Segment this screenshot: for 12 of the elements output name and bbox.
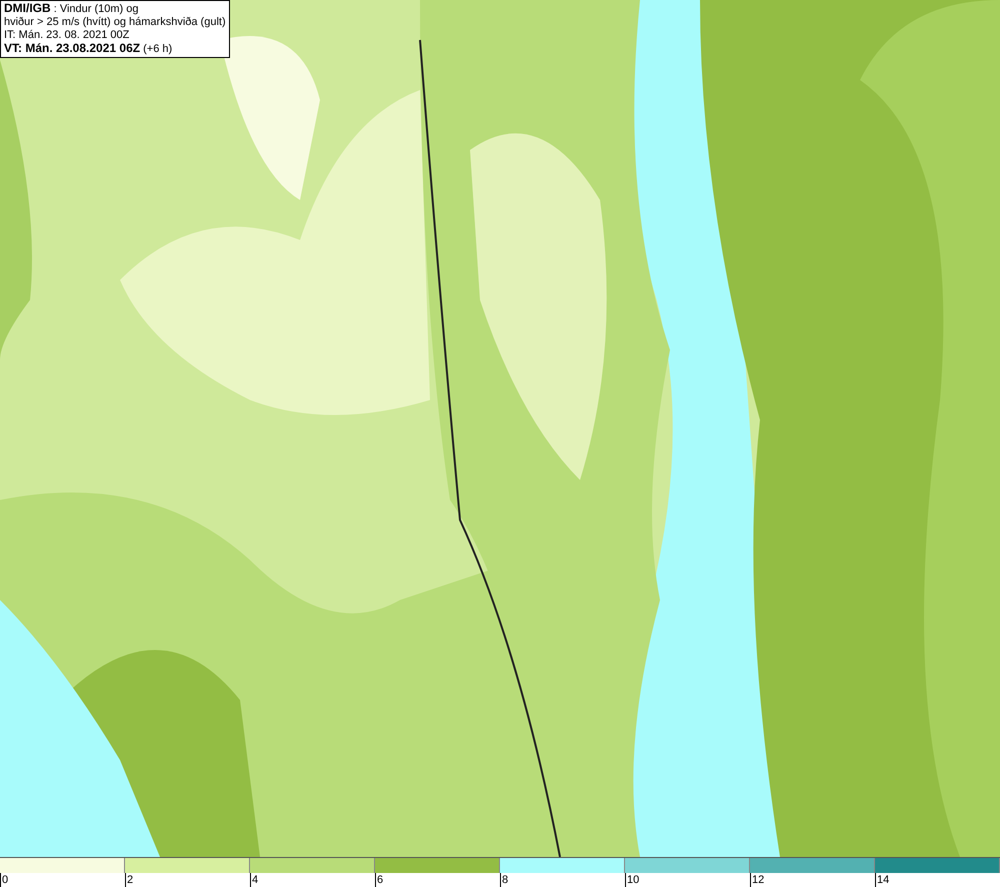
scale-label: 6 [375,873,500,887]
scale-label: 12 [750,873,875,887]
scale-label: 14 [875,873,1000,887]
scale-label: 8 [500,873,625,887]
scale-label: 2 [125,873,250,887]
header-text: VT: Mán. 23.08.2021 06Z (+6 h) [4,42,174,56]
header-text: DMI/IGB : Vindur (10m) og [4,2,140,16]
scale-label: 0 [0,873,125,887]
header-text: hviður > 25 m/s (hvítt) og hámarkshviða (gult) [4,16,226,29]
header-text: IT: Mán. 23. 08. 2021 00Z [4,29,130,42]
scale-label: 4 [250,873,375,887]
scale-label: 10 [625,873,750,887]
